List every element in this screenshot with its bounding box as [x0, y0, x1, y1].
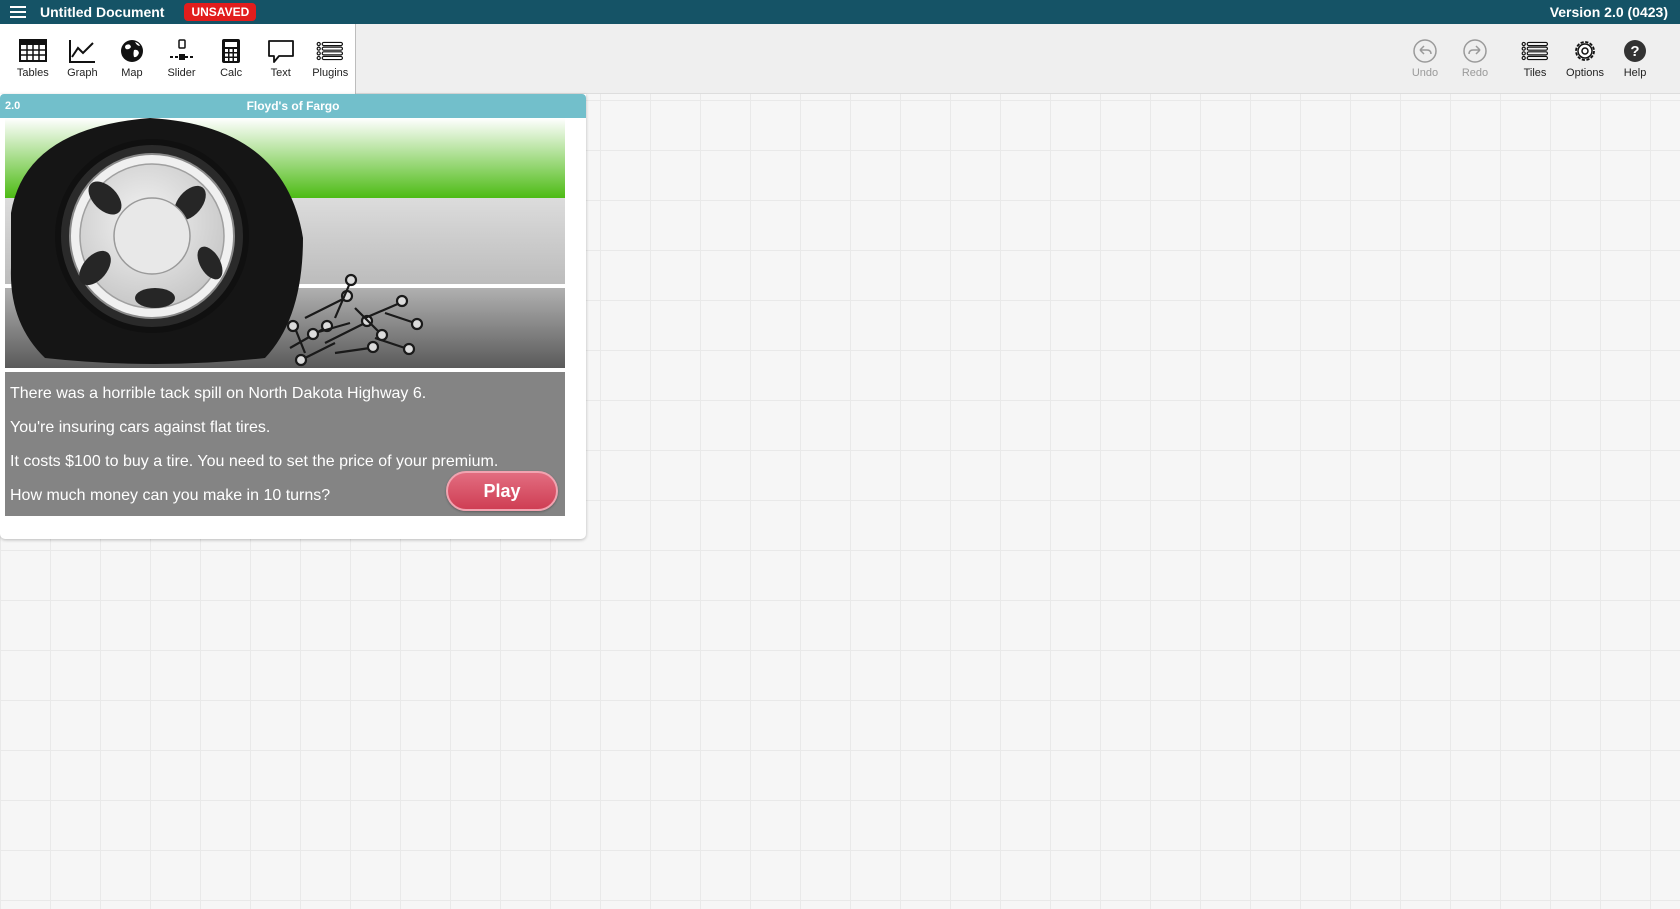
- help-icon: ?: [1621, 38, 1649, 64]
- calc-label: Calc: [220, 67, 243, 79]
- tile-header[interactable]: 2.0 Floyd's of Fargo: [0, 94, 586, 118]
- game-illustration: [5, 118, 565, 368]
- tiles-list-icon: [1521, 38, 1549, 64]
- tile-title: Floyd's of Fargo: [246, 99, 340, 113]
- speech-bubble-icon: [267, 38, 295, 64]
- tool-shelf-right: Undo Redo Tiles Options ? Help: [1400, 24, 1680, 94]
- redo-label: Redo: [1461, 67, 1489, 79]
- game-tile[interactable]: 2.0 Floyd's of Fargo There was a horribl…: [0, 94, 586, 539]
- map-button[interactable]: Map: [107, 24, 157, 94]
- graph-label: Graph: [67, 67, 98, 79]
- document-title[interactable]: Untitled Document: [40, 4, 164, 20]
- toolbar-right-padding: [1660, 24, 1680, 94]
- tiles-button[interactable]: Tiles: [1510, 24, 1560, 94]
- undo-icon: [1411, 38, 1439, 64]
- text-button[interactable]: Text: [256, 24, 306, 94]
- slider-label: Slider: [167, 67, 196, 79]
- globe-icon: [118, 38, 146, 64]
- plugins-label: Plugins: [312, 67, 349, 79]
- gear-icon: [1571, 38, 1599, 64]
- calc-button[interactable]: Calc: [206, 24, 256, 94]
- plugins-button[interactable]: Plugins: [305, 24, 355, 94]
- undo-button[interactable]: Undo: [1400, 24, 1450, 94]
- undo-label: Undo: [1411, 67, 1439, 79]
- table-icon: [18, 38, 47, 64]
- map-label: Map: [121, 67, 143, 79]
- text-label: Text: [270, 67, 291, 79]
- play-button[interactable]: Play: [446, 471, 558, 511]
- toolbar: Tables Graph Map Slider Calc Text Plugin…: [0, 24, 1680, 94]
- tiles-label: Tiles: [1523, 67, 1547, 79]
- hamburger-icon[interactable]: [0, 0, 36, 24]
- svg-text:?: ?: [1630, 43, 1639, 60]
- help-label: Help: [1623, 67, 1647, 79]
- redo-button[interactable]: Redo: [1450, 24, 1500, 94]
- options-label: Options: [1566, 67, 1604, 79]
- slider-button[interactable]: Slider: [157, 24, 207, 94]
- graph-button[interactable]: Graph: [58, 24, 108, 94]
- slider-icon: [168, 38, 196, 64]
- version-label: Version 2.0 (0423): [1549, 4, 1668, 20]
- unsaved-badge: UNSAVED: [184, 3, 257, 21]
- calculator-icon: [217, 38, 245, 64]
- graph-icon: [68, 38, 96, 64]
- top-bar: Untitled Document UNSAVED Version 2.0 (0…: [0, 0, 1680, 24]
- insurance-line: You're insuring cars against flat tires.: [10, 419, 271, 436]
- tables-label: Tables: [16, 67, 49, 79]
- intro-line: There was a horrible tack spill on North…: [10, 385, 427, 402]
- redo-icon: [1461, 38, 1489, 64]
- options-button[interactable]: Options: [1560, 24, 1610, 94]
- tool-shelf: Tables Graph Map Slider Calc Text Plugin…: [0, 24, 356, 94]
- game-description-panel: There was a horrible tack spill on North…: [5, 372, 565, 516]
- tables-button[interactable]: Tables: [8, 24, 58, 94]
- help-button[interactable]: ? Help: [1610, 24, 1660, 94]
- plugins-list-icon: [316, 38, 344, 64]
